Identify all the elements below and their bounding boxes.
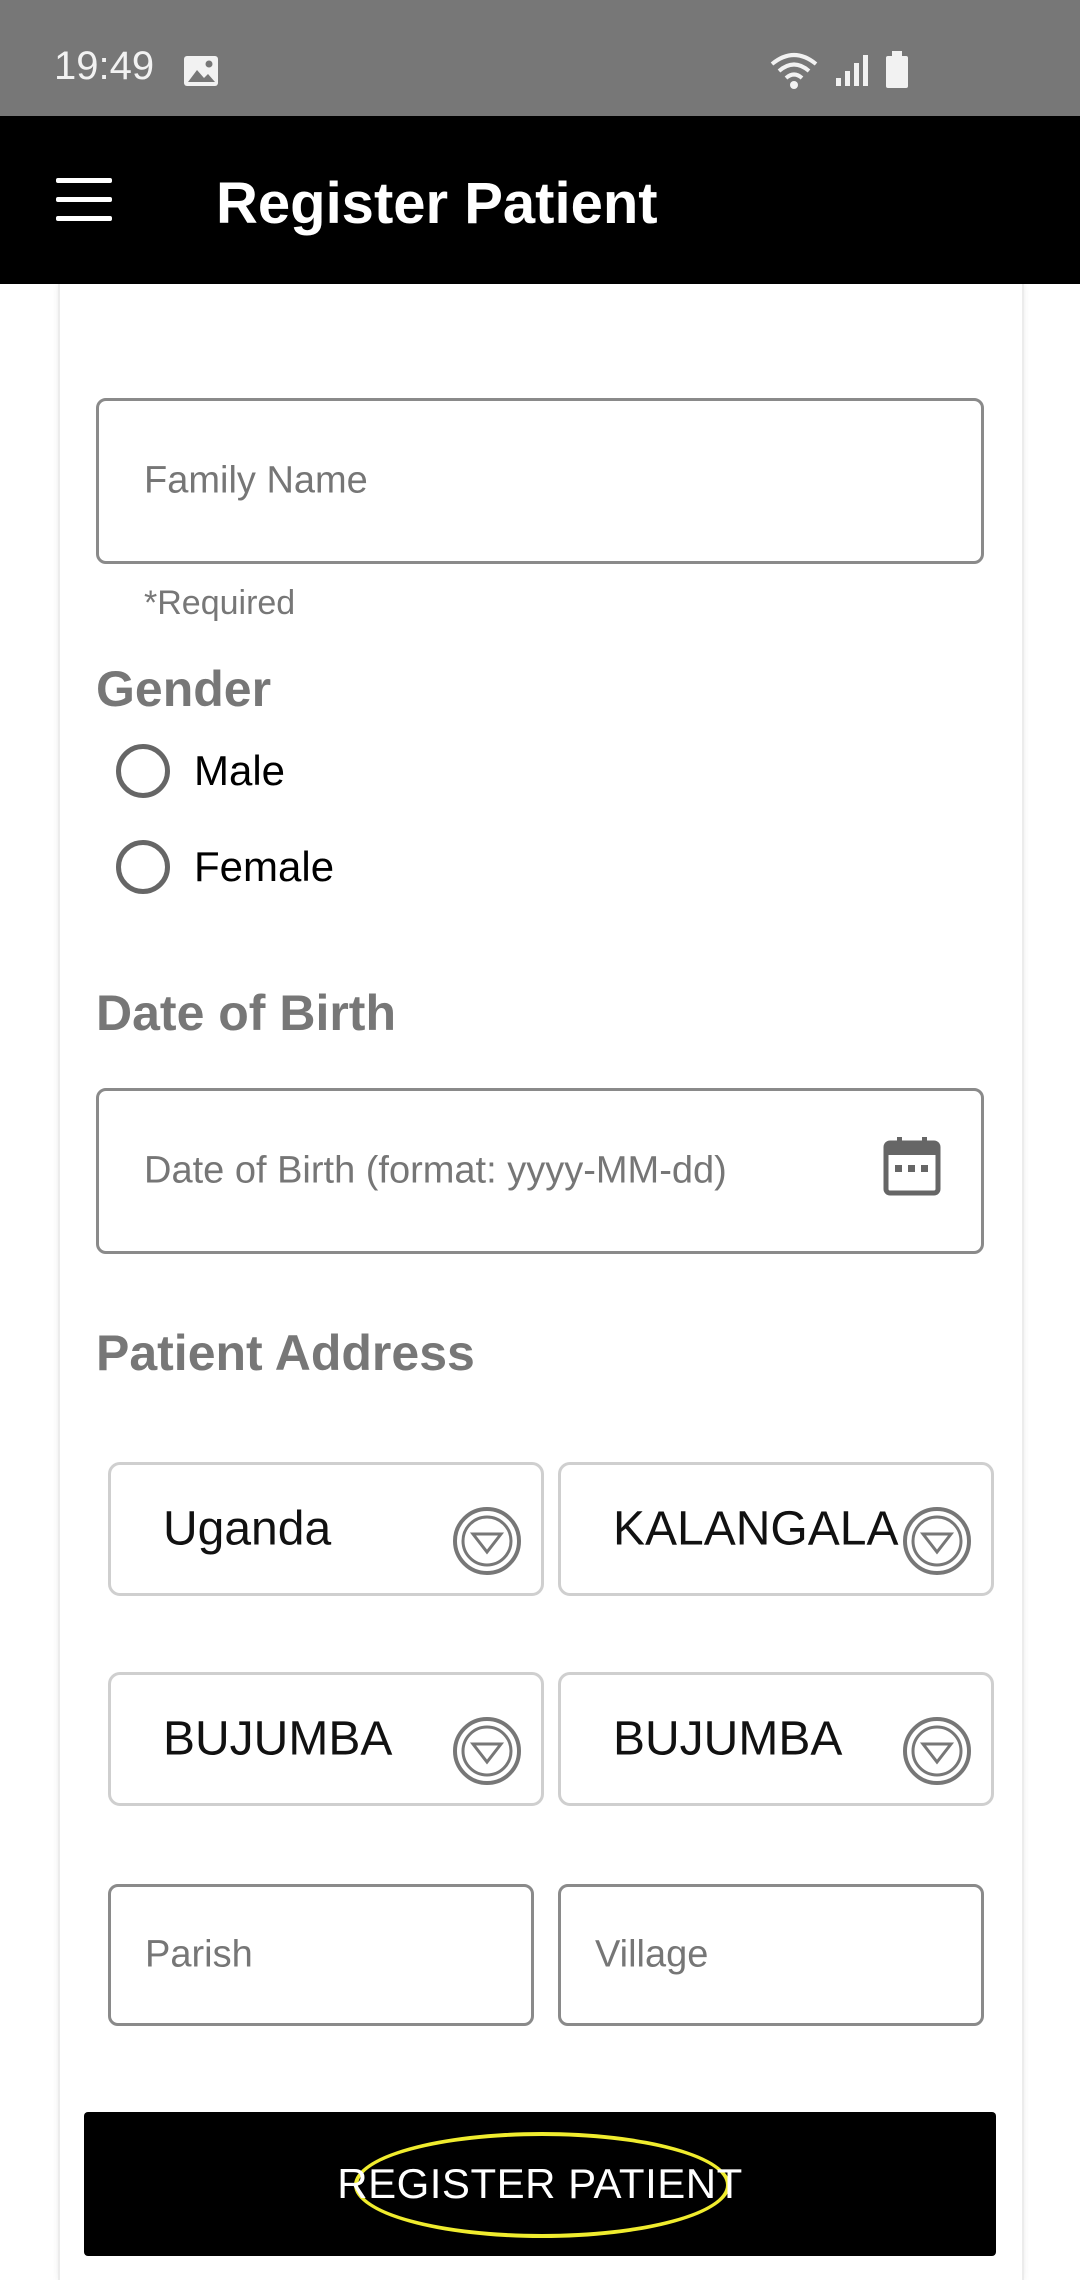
subcounty-value: BUJUMBA [163,1712,393,1766]
district-value: KALANGALA [613,1502,899,1556]
radio-label-female: Female [194,843,335,890]
chevron-down-icon [453,1507,521,1575]
signal-icon [836,55,868,86]
radio-label-male: Male [194,747,286,794]
required-helper: *Required [144,584,296,622]
chevron-down-icon [903,1717,971,1785]
gender-male-option[interactable]: Male [116,744,285,798]
status-time: 19:49 [54,44,155,88]
dob-label: Date of Birth [96,985,396,1041]
gender-label: Gender [96,661,272,717]
radio-button[interactable] [116,744,170,798]
gender-female-option[interactable]: Female [116,840,334,894]
village-placeholder: Village [595,1933,709,1976]
battery-icon [886,51,908,88]
dob-field[interactable]: Date of Birth (format: yyyy-MM-dd) [96,1088,984,1254]
radio-button[interactable] [116,840,170,894]
chevron-down-icon [903,1507,971,1575]
family-name-field[interactable]: Family Name [96,398,984,564]
address-label: Patient Address [96,1325,475,1381]
county-value: BUJUMBA [613,1712,843,1766]
wifi-icon [770,53,818,89]
dob-placeholder: Date of Birth (format: yyyy-MM-dd) [144,1149,727,1192]
country-value: Uganda [163,1502,332,1556]
parish-field[interactable]: Parish [108,1884,534,2026]
register-patient-button[interactable]: REGISTER PATIENT [84,2112,996,2256]
menu-icon[interactable] [56,178,112,222]
village-field[interactable]: Village [558,1884,984,2026]
chevron-down-icon [453,1717,521,1785]
calendar-icon[interactable] [883,1135,941,1197]
status-icons [768,50,910,90]
county-select[interactable]: BUJUMBA [558,1672,994,1806]
gallery-notification-icon [184,56,218,86]
family-name-placeholder: Family Name [144,459,368,502]
app-bar: Register Patient [0,116,1080,284]
status-bar: 19:49 [0,0,1080,116]
register-patient-label: REGISTER PATIENT [337,2160,743,2207]
country-select[interactable]: Uganda [108,1462,544,1596]
page-title: Register Patient [216,171,658,236]
district-select[interactable]: KALANGALA [558,1462,994,1596]
parish-placeholder: Parish [145,1933,253,1976]
subcounty-select[interactable]: BUJUMBA [108,1672,544,1806]
